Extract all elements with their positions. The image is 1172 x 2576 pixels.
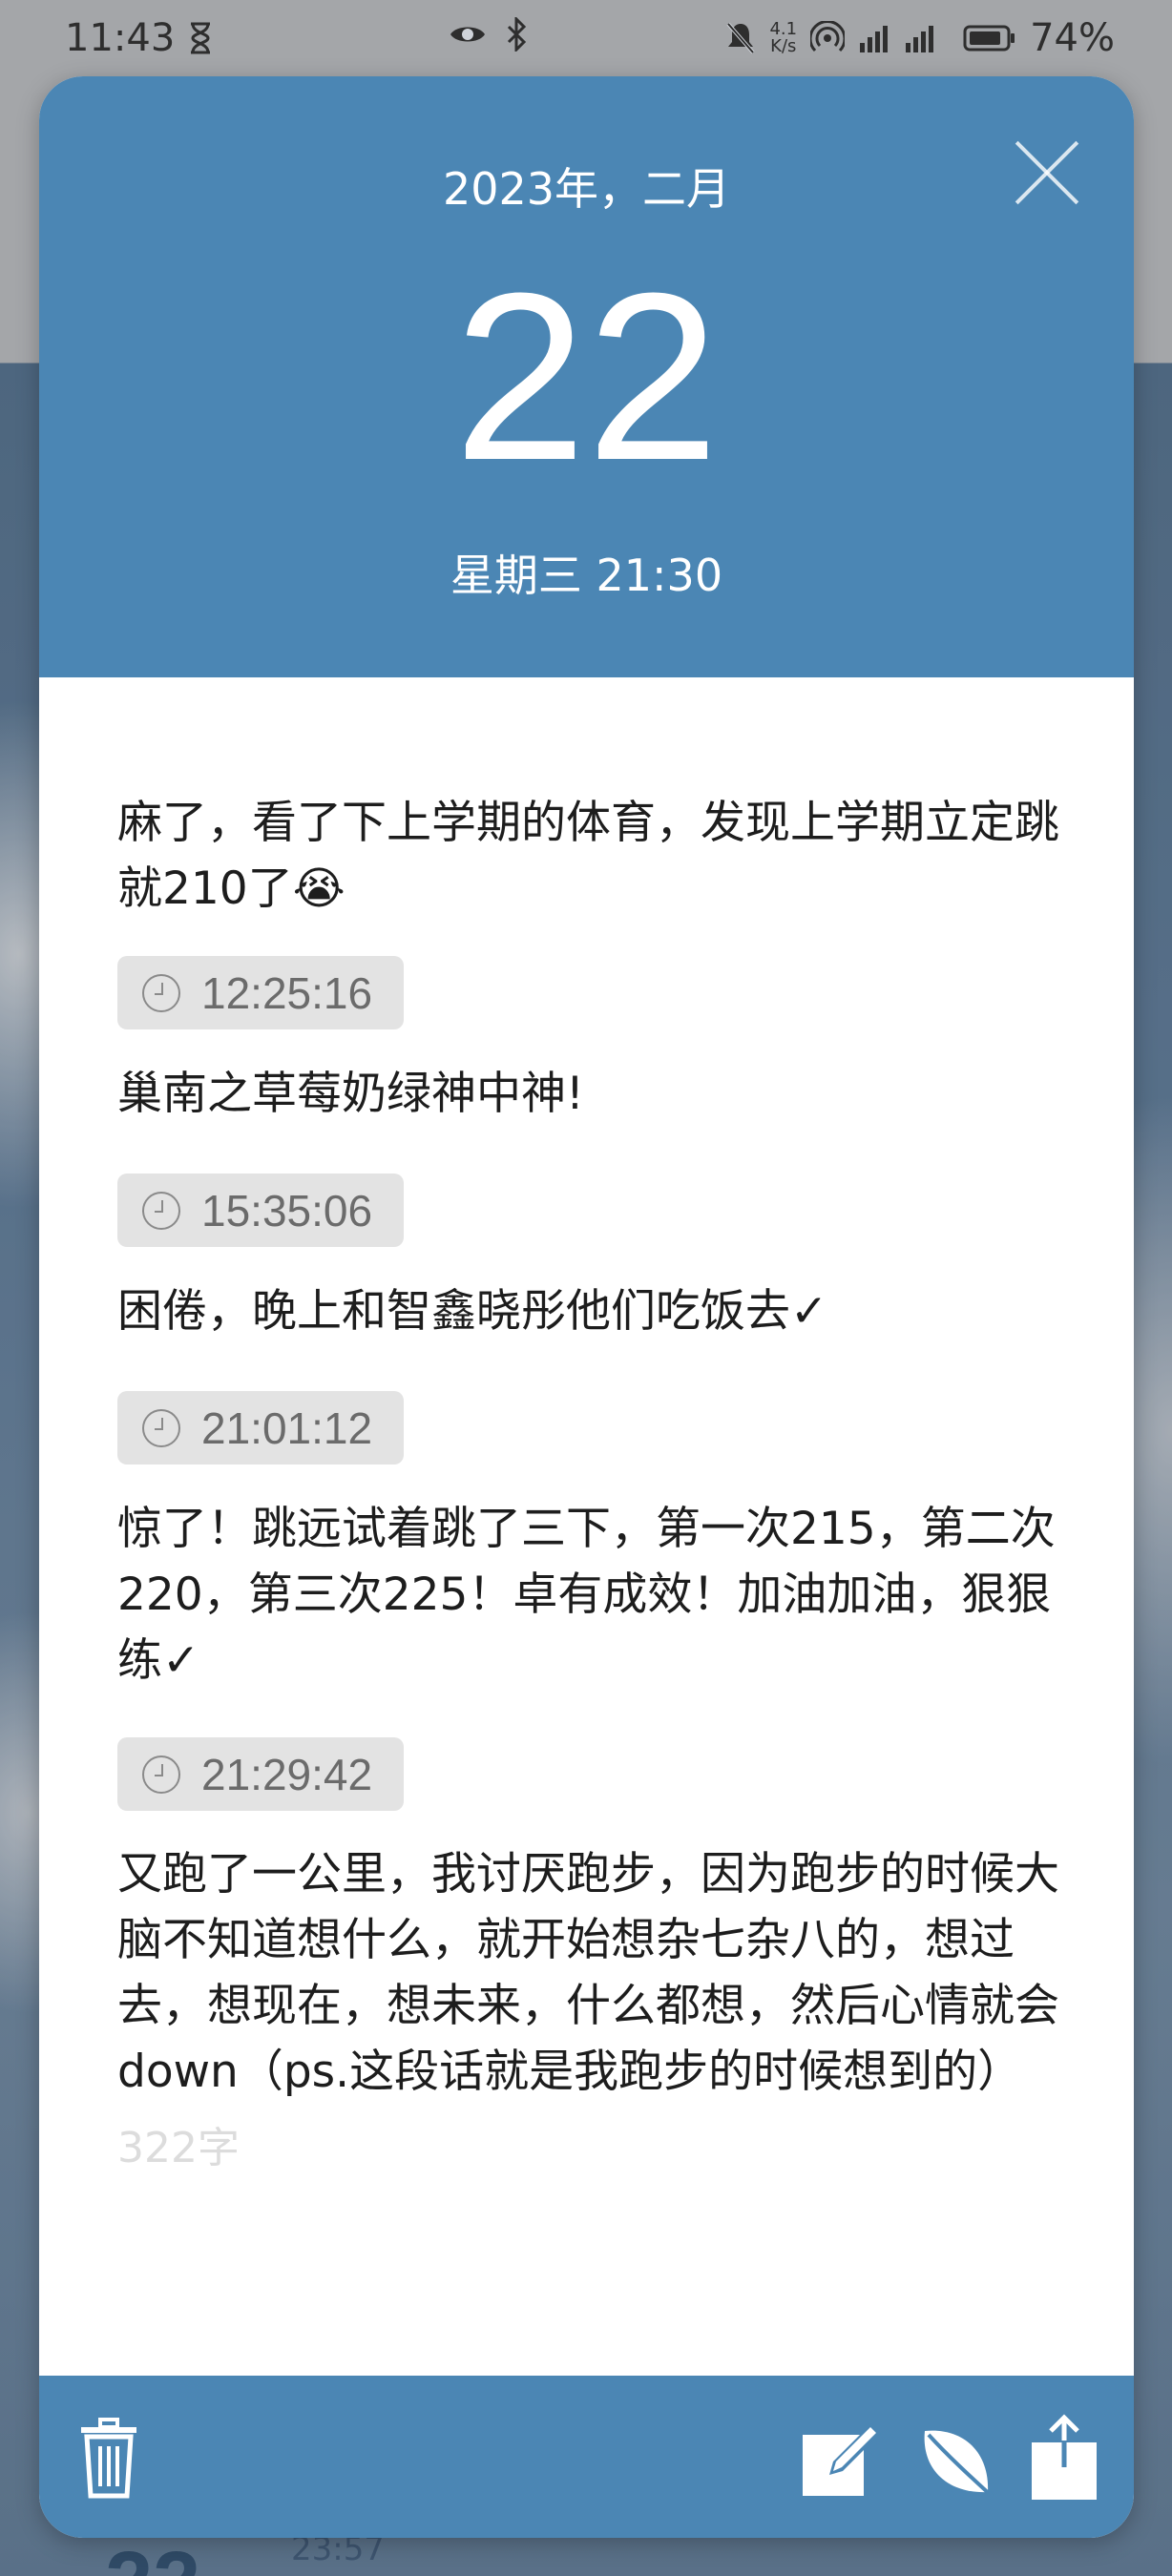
edit-icon[interactable] xyxy=(801,2421,883,2498)
hourglass-icon xyxy=(191,22,211,54)
net-speed-unit: K/s xyxy=(770,36,797,56)
background-day-number: 22 xyxy=(105,2540,200,2576)
entry-body[interactable]: 麻了，看了下上学期的体育，发现上学期立定跳就210了😭 12:25:16 巢南之… xyxy=(39,677,1134,2452)
action-toolbar xyxy=(39,2376,1134,2538)
timestamp-text: 15:35:06 xyxy=(201,1185,373,1236)
timestamp-chip: 12:25:16 xyxy=(117,956,404,1029)
day-number: 22 xyxy=(453,243,720,509)
word-count: 322字 xyxy=(117,2124,240,2172)
bluetooth-icon xyxy=(507,17,527,52)
hotspot-icon xyxy=(810,21,846,52)
clock-time: 11:43 xyxy=(65,16,176,60)
date-header: 2023年，二月 22 星期三 21:30 xyxy=(39,76,1134,677)
close-icon[interactable] xyxy=(1015,139,1081,206)
signal-icon xyxy=(860,26,934,52)
status-left: 11:43 xyxy=(65,16,213,60)
status-right: 4.1 K/s 74% xyxy=(725,16,1115,60)
entry-text: 麻了，看了下上学期的体育，发现上学期立定跳就210了😭 xyxy=(117,797,1059,915)
mute-bell-icon xyxy=(726,22,755,54)
timestamp-text: 21:01:12 xyxy=(201,1402,373,1453)
year-month-label: 2023年，二月 xyxy=(442,163,731,215)
timestamp-chip: 21:01:12 xyxy=(117,1391,404,1465)
clock-icon xyxy=(142,1191,180,1230)
timestamp-text: 21:29:42 xyxy=(201,1749,373,1799)
eye-icon xyxy=(450,27,485,42)
timestamp-chip: 21:29:42 xyxy=(117,1737,404,1811)
status-bar: 11:43 4.1 K/s 74% xyxy=(0,0,1172,76)
share-icon[interactable] xyxy=(1030,2414,1099,2502)
entry-text: 困倦，晚上和智鑫晓彤他们吃饭去✓ xyxy=(117,1285,828,1338)
entry-text: 又跑了一公里，我讨厌跑步，因为跑步的时候大脑不知道想什么，就开始想杂七杂八的，想… xyxy=(117,1848,1059,2098)
weekday-time-label: 星期三 21:30 xyxy=(450,550,723,601)
timestamp-chip: 15:35:06 xyxy=(117,1174,404,1247)
trash-icon[interactable] xyxy=(77,2418,140,2500)
net-speed: 4.1 K/s xyxy=(769,21,797,55)
clock-icon xyxy=(142,973,180,1012)
entry-text: 惊了！跳远试着跳了三下，第一次215，第二次220，第三次225！卓有成效！加油… xyxy=(117,1503,1056,1687)
entry-text: 巢南之草莓奶绿神中神! xyxy=(117,1068,584,1120)
clock-icon xyxy=(142,1755,180,1794)
timestamp-text: 12:25:16 xyxy=(201,967,373,1018)
leaf-icon[interactable] xyxy=(915,2423,995,2500)
battery-icon xyxy=(963,25,1015,52)
diary-entry-dialog: 2023年，二月 22 星期三 21:30 麻了，看了下上学期的体育，发现上学期… xyxy=(39,76,1134,2538)
battery-percent: 74% xyxy=(1030,16,1115,60)
status-middle xyxy=(449,17,527,52)
clock-icon xyxy=(142,1408,180,1447)
